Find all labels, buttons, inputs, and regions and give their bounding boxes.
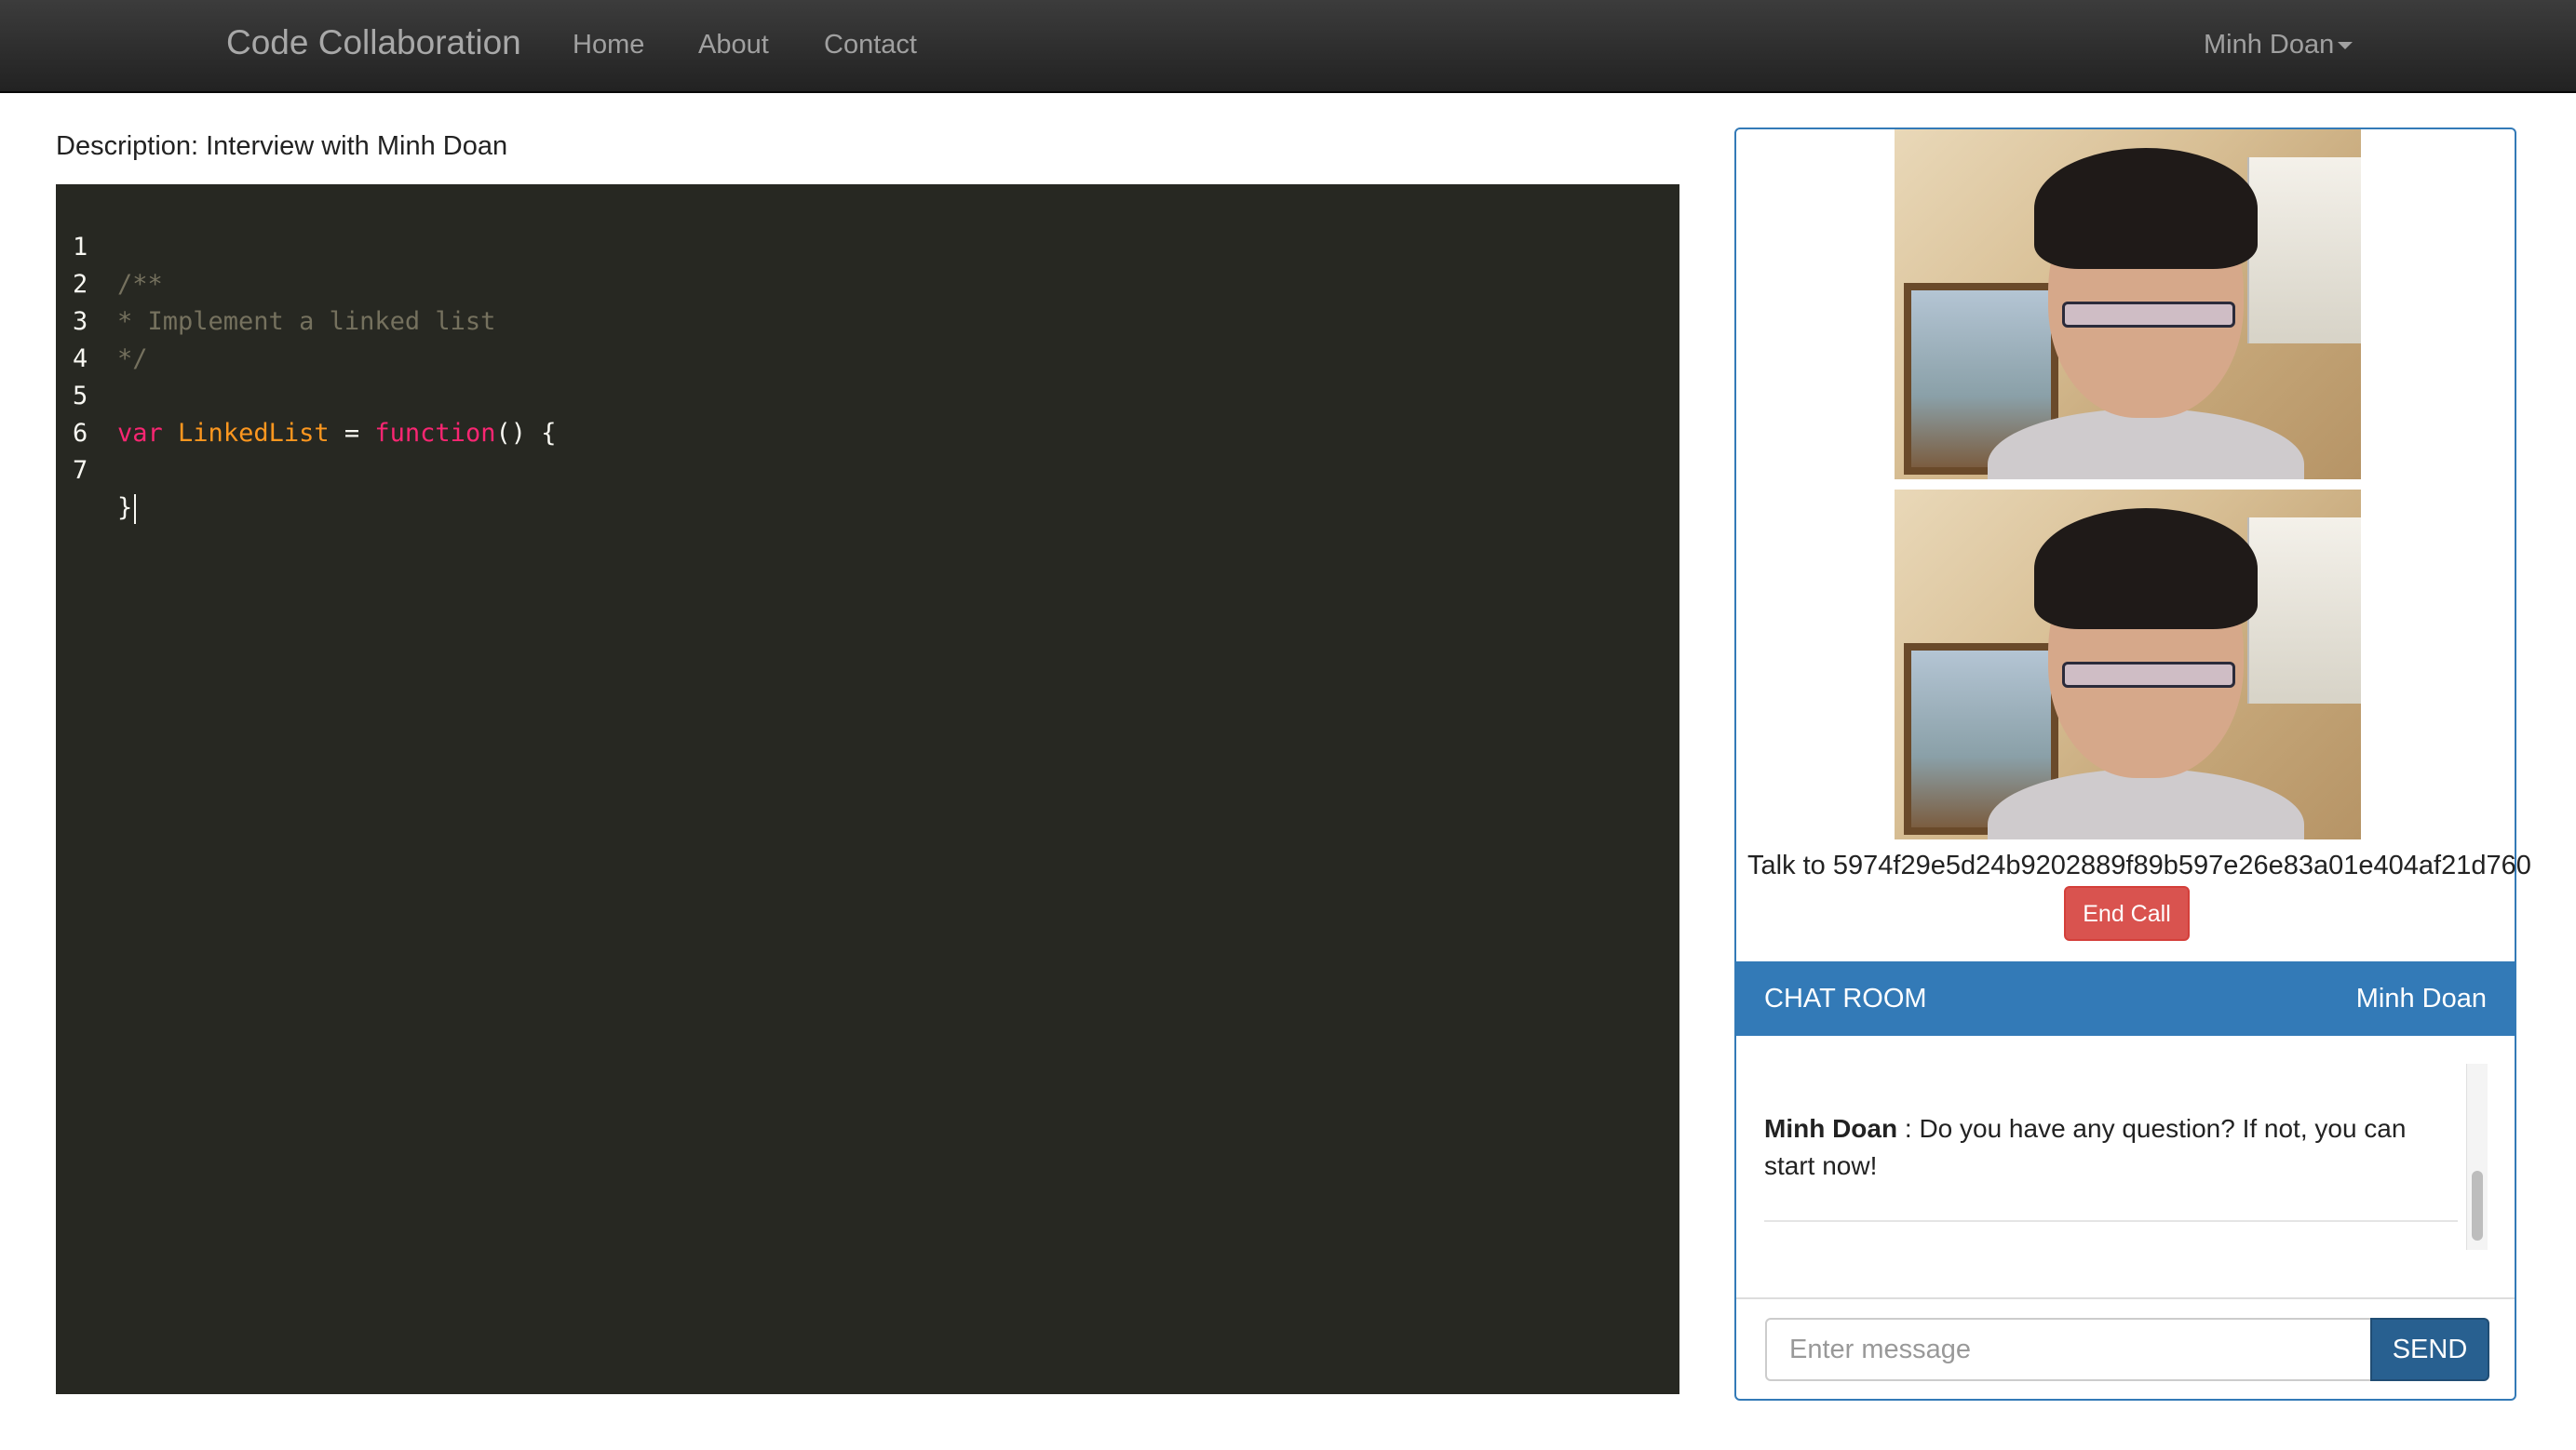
send-button[interactable]: SEND xyxy=(2370,1318,2489,1381)
user-menu-label: Minh Doan xyxy=(2204,30,2335,60)
brand-link[interactable]: Code Collaboration xyxy=(226,23,521,62)
line-number: 7 xyxy=(73,456,88,485)
code-text: */ xyxy=(117,344,148,373)
code-text: } xyxy=(117,490,137,527)
user-menu-dropdown[interactable]: Minh Doan xyxy=(2204,30,2353,60)
chat-header: CHAT ROOM Minh Doan xyxy=(1736,961,2515,1036)
interview-description: Description: Interview with Minh Doan xyxy=(56,131,507,162)
punctuation-token: () { xyxy=(495,419,557,448)
glasses-figure xyxy=(2062,302,2235,328)
message-input[interactable] xyxy=(1765,1318,2372,1381)
identifier-token: LinkedList xyxy=(178,419,330,448)
code-line: 5 var LinkedList = function() { xyxy=(56,341,556,448)
description-text: Interview with Minh Doan xyxy=(206,131,508,161)
peer-id: 5974f29e5d24b9202889f89b597e26e83a01e404… xyxy=(1832,851,2531,880)
scrollbar-thumb[interactable] xyxy=(2472,1171,2483,1241)
operator-token: = xyxy=(344,419,360,448)
code-line: 6 xyxy=(56,378,116,448)
nav-contact-link[interactable]: Contact xyxy=(824,30,917,60)
end-call-button[interactable]: End Call xyxy=(2064,886,2190,941)
code-line: 2 * Implement a linked list xyxy=(56,229,495,336)
caret-down-icon xyxy=(2338,42,2353,50)
local-video xyxy=(1895,490,2361,839)
top-navbar: Code Collaboration Home About Contact Mi… xyxy=(0,0,2576,93)
code-line: 3 */ xyxy=(56,266,148,373)
message-separator: : xyxy=(1897,1114,1920,1143)
air-conditioner-figure xyxy=(2247,517,2361,704)
nav-about-link[interactable]: About xyxy=(698,30,769,60)
code-text: /** xyxy=(117,270,163,299)
code-text: * Implement a linked list xyxy=(117,307,496,336)
code-editor[interactable]: 1 /** 2 * Implement a linked list 3 */ 4… xyxy=(56,184,1679,1394)
code-line: 4 xyxy=(56,303,116,373)
text-cursor xyxy=(134,493,137,524)
code-line-text: } xyxy=(117,493,133,522)
talk-label: Talk to xyxy=(1747,851,1826,880)
keyword-token: function xyxy=(374,419,496,448)
nav-home-link[interactable]: Home xyxy=(573,30,644,60)
call-peer-text: Talk to 5974f29e5d24b9202889f89b597e26e8… xyxy=(1747,851,2531,881)
message-author: Minh Doan xyxy=(1764,1114,1898,1143)
chat-title: CHAT ROOM xyxy=(1764,984,1927,1014)
person-hair-figure xyxy=(2034,508,2258,629)
glasses-figure xyxy=(2062,662,2235,688)
chat-message: Minh Doan : Do you have any question? If… xyxy=(1764,1110,2444,1185)
code-line: 1 /** xyxy=(56,192,163,299)
chat-user: Minh Doan xyxy=(2355,984,2487,1014)
message-divider xyxy=(1764,1220,2458,1222)
chat-footer-divider xyxy=(1736,1297,2515,1299)
air-conditioner-figure xyxy=(2247,157,2361,343)
keyword-token: var xyxy=(117,419,163,448)
code-line: 7 } xyxy=(56,415,137,524)
remote-video xyxy=(1895,129,2361,479)
chat-scrollbar[interactable] xyxy=(2466,1064,2488,1250)
description-label: Description: xyxy=(56,131,199,161)
chat-messages[interactable]: Minh Doan : Do you have any question? If… xyxy=(1764,1064,2495,1250)
person-hair-figure xyxy=(2034,148,2258,269)
code-text: var LinkedList = function() { xyxy=(117,415,556,452)
